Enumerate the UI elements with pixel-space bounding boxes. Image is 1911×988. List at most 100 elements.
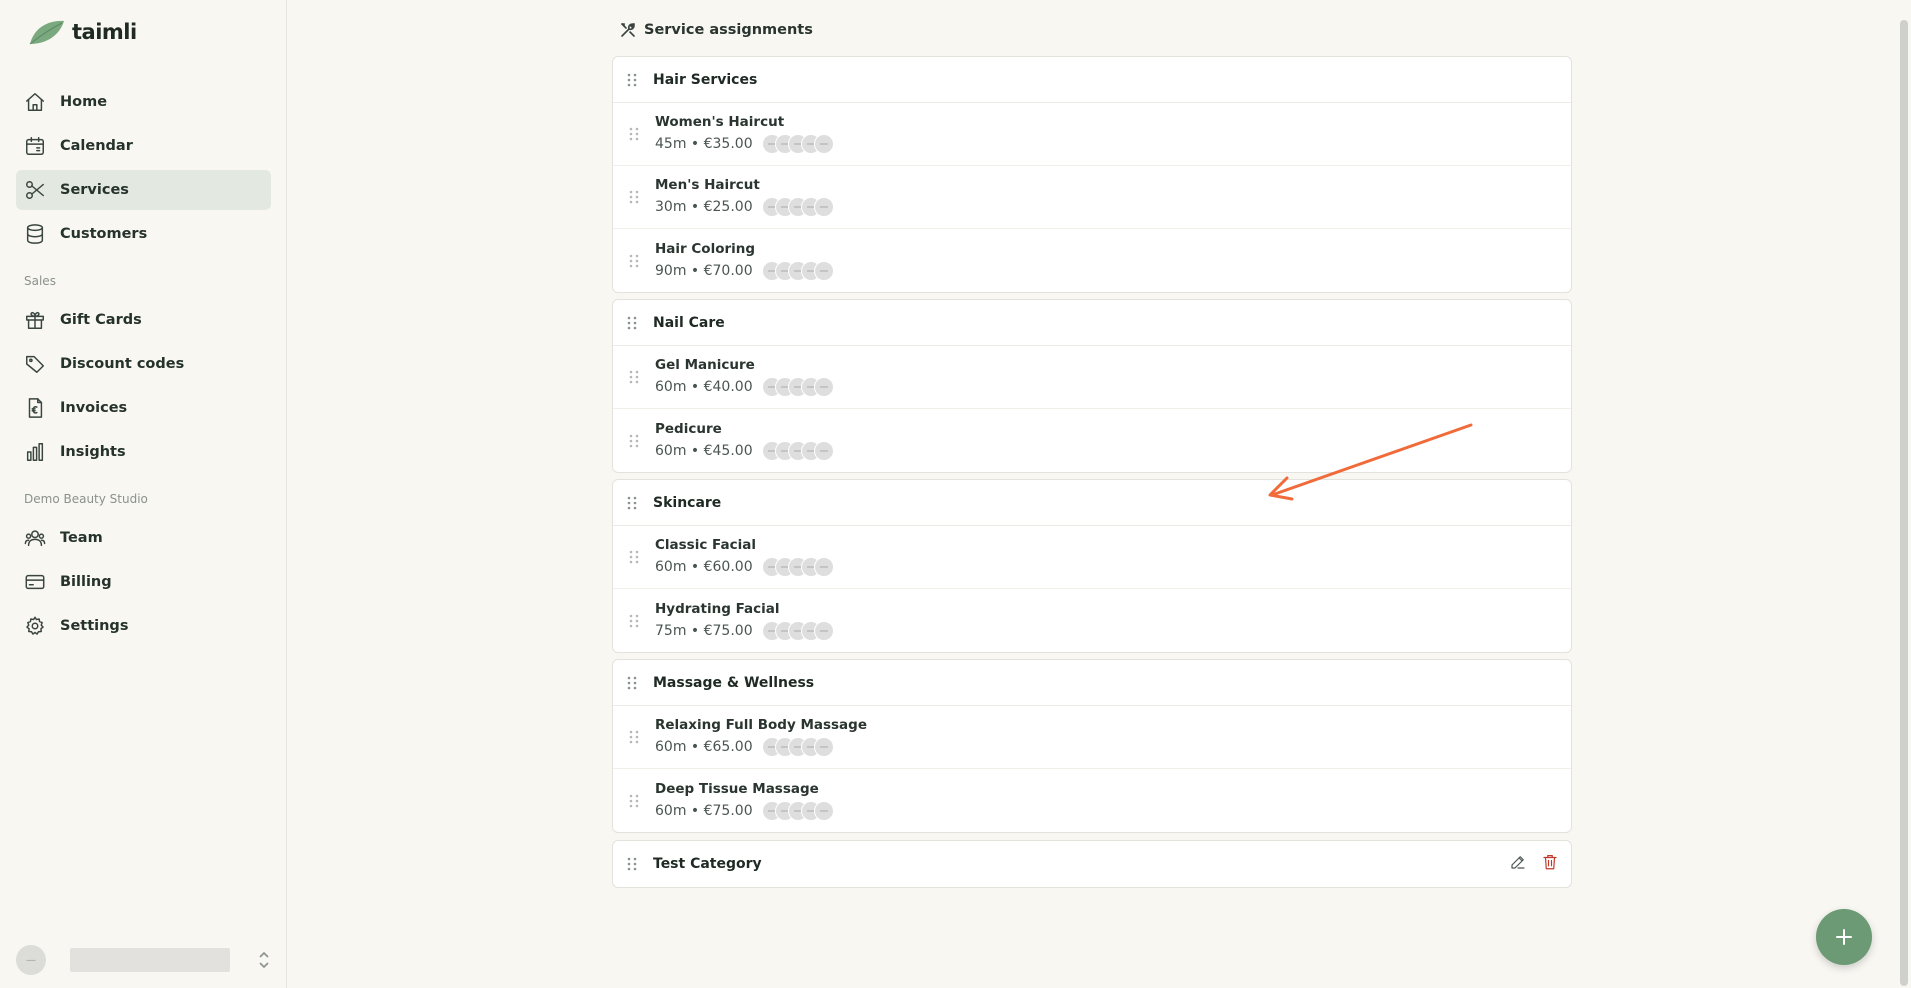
service-row[interactable]: Women's Haircut 45m • €35.00: [613, 103, 1571, 166]
service-name: Hydrating Facial: [655, 600, 780, 617]
service-duration-price: 60m • €60.00: [655, 559, 753, 575]
service-name: Men's Haircut: [655, 177, 760, 193]
drag-handle-icon[interactable]: [625, 496, 639, 510]
drag-handle-icon[interactable]: [627, 370, 641, 384]
service-duration-price: 60m • €40.00: [655, 379, 753, 395]
sidebar-item-discount-codes[interactable]: Discount codes: [16, 344, 271, 384]
sidebar-item-team[interactable]: Team: [16, 518, 271, 558]
staff-avatars: [761, 557, 834, 577]
staff-avatars: [761, 620, 834, 641]
sidebar: taimli Home Calendar Services Customers …: [0, 0, 287, 988]
sidebar-item-label: Settings: [60, 618, 129, 634]
calendar-icon: [24, 135, 46, 157]
add-button[interactable]: [1816, 909, 1872, 965]
service-row[interactable]: Deep Tissue Massage 60m • €75.00: [613, 769, 1571, 832]
scrollbar[interactable]: [1900, 20, 1908, 986]
invoice-icon: [24, 397, 46, 419]
service-row[interactable]: Pedicure 60m • €45.00: [613, 409, 1571, 472]
plus-icon: [1836, 929, 1852, 945]
staff-avatars: [761, 440, 834, 461]
drag-handle-icon[interactable]: [627, 127, 641, 141]
service-duration-price: 60m • €45.00: [655, 442, 753, 459]
studio-section-heading: Demo Beauty Studio: [24, 492, 148, 506]
sidebar-item-insights[interactable]: Insights: [16, 432, 271, 472]
sidebar-item-label: Billing: [60, 574, 112, 590]
account-switcher[interactable]: —: [16, 945, 271, 975]
drag-handle-icon[interactable]: [625, 857, 639, 871]
sidebar-item-billing[interactable]: Billing: [16, 562, 271, 602]
tag-icon: [24, 353, 46, 375]
category-title: Skincare: [653, 494, 722, 511]
gift-icon: [24, 309, 46, 331]
staff-avatars: [761, 197, 834, 217]
drag-handle-icon[interactable]: [625, 316, 639, 330]
home-icon: [24, 91, 46, 113]
sidebar-nav: Home Calendar Services Customers Sales G…: [16, 82, 271, 650]
trash-icon[interactable]: [1541, 853, 1559, 875]
avatar: —: [16, 945, 46, 975]
drag-handle-icon[interactable]: [627, 614, 641, 628]
sidebar-item-label: Home: [60, 94, 108, 110]
sidebar-item-invoices[interactable]: Invoices: [16, 388, 271, 428]
category-header: Massage & Wellness: [613, 660, 1571, 706]
category-header: Test Category: [613, 841, 1571, 887]
category-card: Massage & Wellness Relaxing Full Body Ma…: [612, 659, 1572, 833]
drag-handle-icon[interactable]: [627, 794, 641, 808]
drag-handle-icon[interactable]: [625, 676, 639, 690]
staff-avatars: [761, 800, 834, 821]
drag-handle-icon[interactable]: [625, 73, 639, 87]
service-row[interactable]: Relaxing Full Body Massage 60m • €65.00: [613, 706, 1571, 769]
sidebar-item-label: Services: [60, 182, 129, 198]
scissors-icon: [24, 179, 46, 201]
sidebar-item-label: Customers: [60, 226, 148, 242]
service-name: Women's Haircut: [655, 114, 785, 130]
drag-handle-icon[interactable]: [627, 730, 641, 744]
logo[interactable]: taimli: [28, 18, 137, 46]
category-header: Nail Care: [613, 300, 1571, 346]
sidebar-item-label: Insights: [60, 444, 126, 460]
service-duration-price: 90m • €70.00: [655, 262, 753, 279]
service-name: Classic Facial: [655, 537, 756, 553]
edit-icon[interactable]: [1509, 853, 1527, 875]
category-card: Nail Care Gel Manicure 60m • €40.00 Pedi…: [612, 299, 1572, 473]
sidebar-item-calendar[interactable]: Calendar: [16, 126, 271, 166]
chevron-up-down-icon: [257, 950, 271, 970]
sidebar-item-home[interactable]: Home: [16, 82, 271, 122]
sidebar-item-services[interactable]: Services: [16, 170, 271, 210]
page-header[interactable]: Service assignments: [620, 22, 813, 38]
drag-handle-icon[interactable]: [627, 254, 641, 268]
category-header: Hair Services: [613, 57, 1571, 103]
sidebar-item-gift-cards[interactable]: Gift Cards: [16, 300, 271, 340]
drag-handle-icon[interactable]: [627, 190, 641, 204]
credit-card-icon: [24, 571, 46, 593]
drag-handle-icon[interactable]: [627, 550, 641, 564]
service-row[interactable]: Men's Haircut 30m • €25.00: [613, 166, 1571, 229]
service-name: Pedicure: [655, 420, 722, 437]
category-card: Skincare Classic Facial 60m • €60.00 Hyd…: [612, 479, 1572, 653]
service-row[interactable]: Hydrating Facial 75m • €75.00: [613, 589, 1571, 652]
service-name: Deep Tissue Massage: [655, 780, 819, 797]
drag-handle-icon[interactable]: [627, 434, 641, 448]
sidebar-item-label: Discount codes: [60, 356, 185, 372]
sidebar-item-label: Calendar: [60, 138, 133, 154]
user-name-placeholder: [70, 948, 230, 972]
sidebar-item-customers[interactable]: Customers: [16, 214, 271, 254]
gear-icon: [24, 615, 46, 637]
staff-avatars: [761, 377, 834, 397]
staff-avatars: [761, 134, 834, 154]
service-duration-price: 45m • €35.00: [655, 136, 753, 152]
service-row[interactable]: Gel Manicure 60m • €40.00: [613, 346, 1571, 409]
service-row[interactable]: Classic Facial 60m • €60.00: [613, 526, 1571, 589]
category-card: Test Category: [612, 840, 1572, 888]
service-row[interactable]: Hair Coloring 90m • €70.00: [613, 229, 1571, 292]
team-icon: [24, 527, 46, 549]
service-name: Gel Manicure: [655, 357, 755, 373]
service-name: Relaxing Full Body Massage: [655, 717, 867, 733]
leaf-logo-icon: [29, 20, 64, 45]
sidebar-item-label: Team: [60, 530, 103, 546]
tools-icon: [621, 23, 635, 37]
service-name: Hair Coloring: [655, 240, 756, 257]
bar-chart-icon: [24, 441, 46, 463]
sidebar-item-settings[interactable]: Settings: [16, 606, 271, 646]
category-actions: [1509, 853, 1559, 875]
